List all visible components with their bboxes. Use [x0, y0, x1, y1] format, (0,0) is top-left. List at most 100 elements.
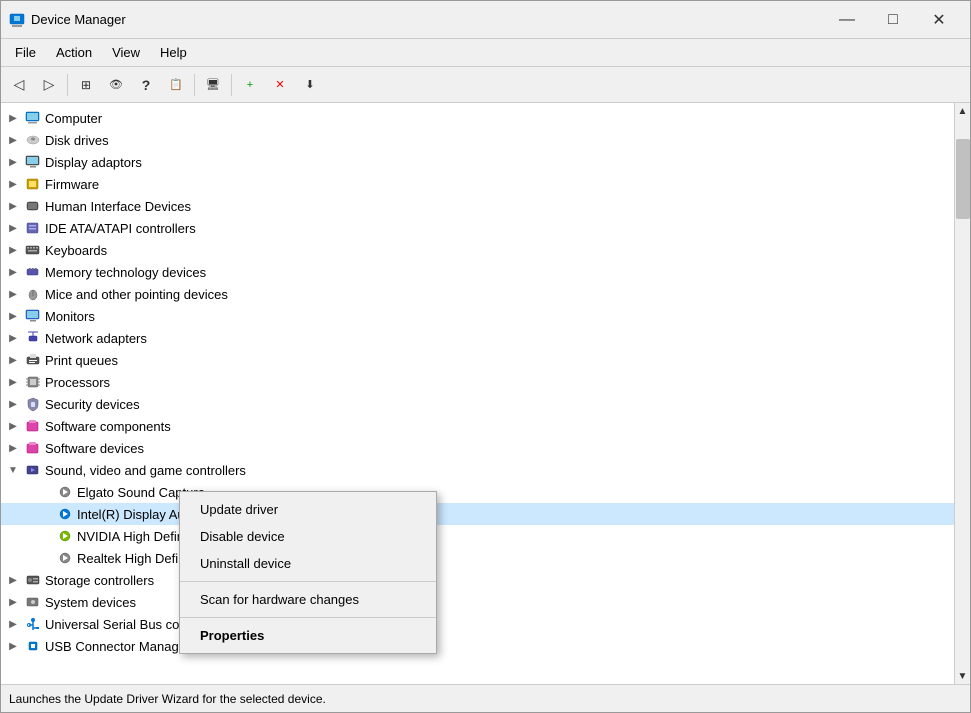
menu-view[interactable]: View: [102, 41, 150, 64]
show-hidden-button[interactable]: 👁: [102, 71, 130, 99]
ide-label: IDE ATA/ATAPI controllers: [45, 221, 196, 236]
tree-item-security[interactable]: ▶ Security devices: [1, 393, 954, 415]
scrollbar-down-arrow[interactable]: ▼: [955, 668, 971, 684]
minimize-button[interactable]: —: [824, 7, 870, 33]
tree-item-swdev[interactable]: ▶ Software devices: [1, 437, 954, 459]
swcomp-label: Software components: [45, 419, 171, 434]
forward-button[interactable]: ▷: [35, 71, 63, 99]
expand-memory[interactable]: ▶: [5, 264, 21, 280]
help-toolbar-button[interactable]: ?: [132, 71, 160, 99]
tree-item-intel-display[interactable]: Intel(R) Display Audio: [1, 503, 954, 525]
scrollbar-up-arrow[interactable]: ▲: [955, 103, 971, 119]
menu-action[interactable]: Action: [46, 41, 102, 64]
hid-label: Human Interface Devices: [45, 199, 191, 214]
scrollbar-track: ▲ ▼: [954, 103, 970, 684]
scrollbar-thumb[interactable]: [956, 139, 970, 219]
expand-monitors[interactable]: ▶: [5, 308, 21, 324]
expand-storage[interactable]: ▶: [5, 572, 21, 588]
expand-security[interactable]: ▶: [5, 396, 21, 412]
tree-item-keyboards[interactable]: ▶ Keyboards: [1, 239, 954, 261]
disk-icon: [25, 132, 41, 148]
up-button[interactable]: ⊞: [72, 71, 100, 99]
menu-file[interactable]: File: [5, 41, 46, 64]
tree-item-usb[interactable]: ▶ Universal Serial Bus controllers: [1, 613, 954, 635]
expand-firmware[interactable]: ▶: [5, 176, 21, 192]
expand-systemdev[interactable]: ▶: [5, 594, 21, 610]
expand-computer[interactable]: ▶: [5, 110, 21, 126]
tree-item-processors[interactable]: ▶ Processors: [1, 371, 954, 393]
keyboard-icon: [25, 242, 41, 258]
device-manager-window: Device Manager — □ ✕ File Action View He…: [0, 0, 971, 713]
expand-hid[interactable]: ▶: [5, 198, 21, 214]
ctx-separator-2: [180, 617, 436, 618]
maximize-button[interactable]: □: [870, 7, 916, 33]
close-button[interactable]: ✕: [916, 7, 962, 33]
expand-network[interactable]: ▶: [5, 330, 21, 346]
tree-item-realtek[interactable]: Realtek High Definition Audio: [1, 547, 954, 569]
tree-item-swcomp[interactable]: ▶ Software components: [1, 415, 954, 437]
tree-item-display[interactable]: ▶ Display adaptors: [1, 151, 954, 173]
sound-label: Sound, video and game controllers: [45, 463, 246, 478]
print-icon: [25, 352, 41, 368]
memory-label: Memory technology devices: [45, 265, 206, 280]
properties-button[interactable]: 📋: [162, 71, 190, 99]
tree-item-memory[interactable]: ▶ Memory technology devices: [1, 261, 954, 283]
security-icon: [25, 396, 41, 412]
usb-icon: [25, 616, 41, 632]
title-bar: Device Manager — □ ✕: [1, 1, 970, 39]
expand-processors[interactable]: ▶: [5, 374, 21, 390]
ctx-properties[interactable]: Properties: [180, 622, 436, 649]
intel-icon: [57, 506, 73, 522]
expand-sound[interactable]: ▼: [5, 462, 21, 478]
swcomp-icon: [25, 418, 41, 434]
tree-item-computer[interactable]: ▶ Computer: [1, 107, 954, 129]
tree-item-disk[interactable]: ▶ Disk drives: [1, 129, 954, 151]
expand-print[interactable]: ▶: [5, 352, 21, 368]
tree-item-storage[interactable]: ▶ Storage controllers: [1, 569, 954, 591]
tree-item-elgato[interactable]: Elgato Sound Capture: [1, 481, 954, 503]
expand-swdev[interactable]: ▶: [5, 440, 21, 456]
menu-help[interactable]: Help: [150, 41, 197, 64]
expand-disk[interactable]: ▶: [5, 132, 21, 148]
tree-item-print[interactable]: ▶ Print queues: [1, 349, 954, 371]
remove-button[interactable]: ✕: [266, 71, 294, 99]
nvidia-icon: [57, 528, 73, 544]
tree-item-network[interactable]: ▶ Network adapters: [1, 327, 954, 349]
scan-button[interactable]: 🖥: [199, 71, 227, 99]
tree-item-usbconn[interactable]: ▶ USB Connector Managers: [1, 635, 954, 657]
ctx-uninstall-device[interactable]: Uninstall device: [180, 550, 436, 577]
expand-usb[interactable]: ▶: [5, 616, 21, 632]
ctx-update-driver[interactable]: Update driver: [180, 496, 436, 523]
expand-swcomp[interactable]: ▶: [5, 418, 21, 434]
mice-label: Mice and other pointing devices: [45, 287, 228, 302]
tree-item-hid[interactable]: ▶ Human Interface Devices: [1, 195, 954, 217]
tree-item-nvidia[interactable]: NVIDIA High Definition Audio (M): [1, 525, 954, 547]
content-area: ▶ Computer ▶ Disk drives ▶ Di: [1, 103, 970, 684]
expand-display[interactable]: ▶: [5, 154, 21, 170]
expand-mice[interactable]: ▶: [5, 286, 21, 302]
back-button[interactable]: ◁: [5, 71, 33, 99]
tree-item-systemdev[interactable]: ▶ System devices: [1, 591, 954, 613]
status-text: Launches the Update Driver Wizard for th…: [9, 692, 326, 706]
app-icon: [9, 12, 25, 28]
ctx-disable-device[interactable]: Disable device: [180, 523, 436, 550]
tree-panel[interactable]: ▶ Computer ▶ Disk drives ▶ Di: [1, 103, 954, 684]
add-button[interactable]: +: [236, 71, 264, 99]
expand-ide[interactable]: ▶: [5, 220, 21, 236]
firmware-icon: [25, 176, 41, 192]
tree-item-monitors[interactable]: ▶ Monitors: [1, 305, 954, 327]
storage-label: Storage controllers: [45, 573, 154, 588]
ctx-scan-hardware[interactable]: Scan for hardware changes: [180, 586, 436, 613]
expand-usbconn[interactable]: ▶: [5, 638, 21, 654]
download-button[interactable]: ⬇: [296, 71, 324, 99]
swdev-label: Software devices: [45, 441, 144, 456]
usbconn-label: USB Connector Managers: [45, 639, 197, 654]
tree-item-firmware[interactable]: ▶ Firmware: [1, 173, 954, 195]
tree-item-sound[interactable]: ▼ Sound, video and game controllers: [1, 459, 954, 481]
expand-keyboards[interactable]: ▶: [5, 242, 21, 258]
tree-item-ide[interactable]: ▶ IDE ATA/ATAPI controllers: [1, 217, 954, 239]
computer-label: Computer: [45, 111, 102, 126]
memory-icon: [25, 264, 41, 280]
tree-item-mice[interactable]: ▶ Mice and other pointing devices: [1, 283, 954, 305]
hid-icon: [25, 198, 41, 214]
